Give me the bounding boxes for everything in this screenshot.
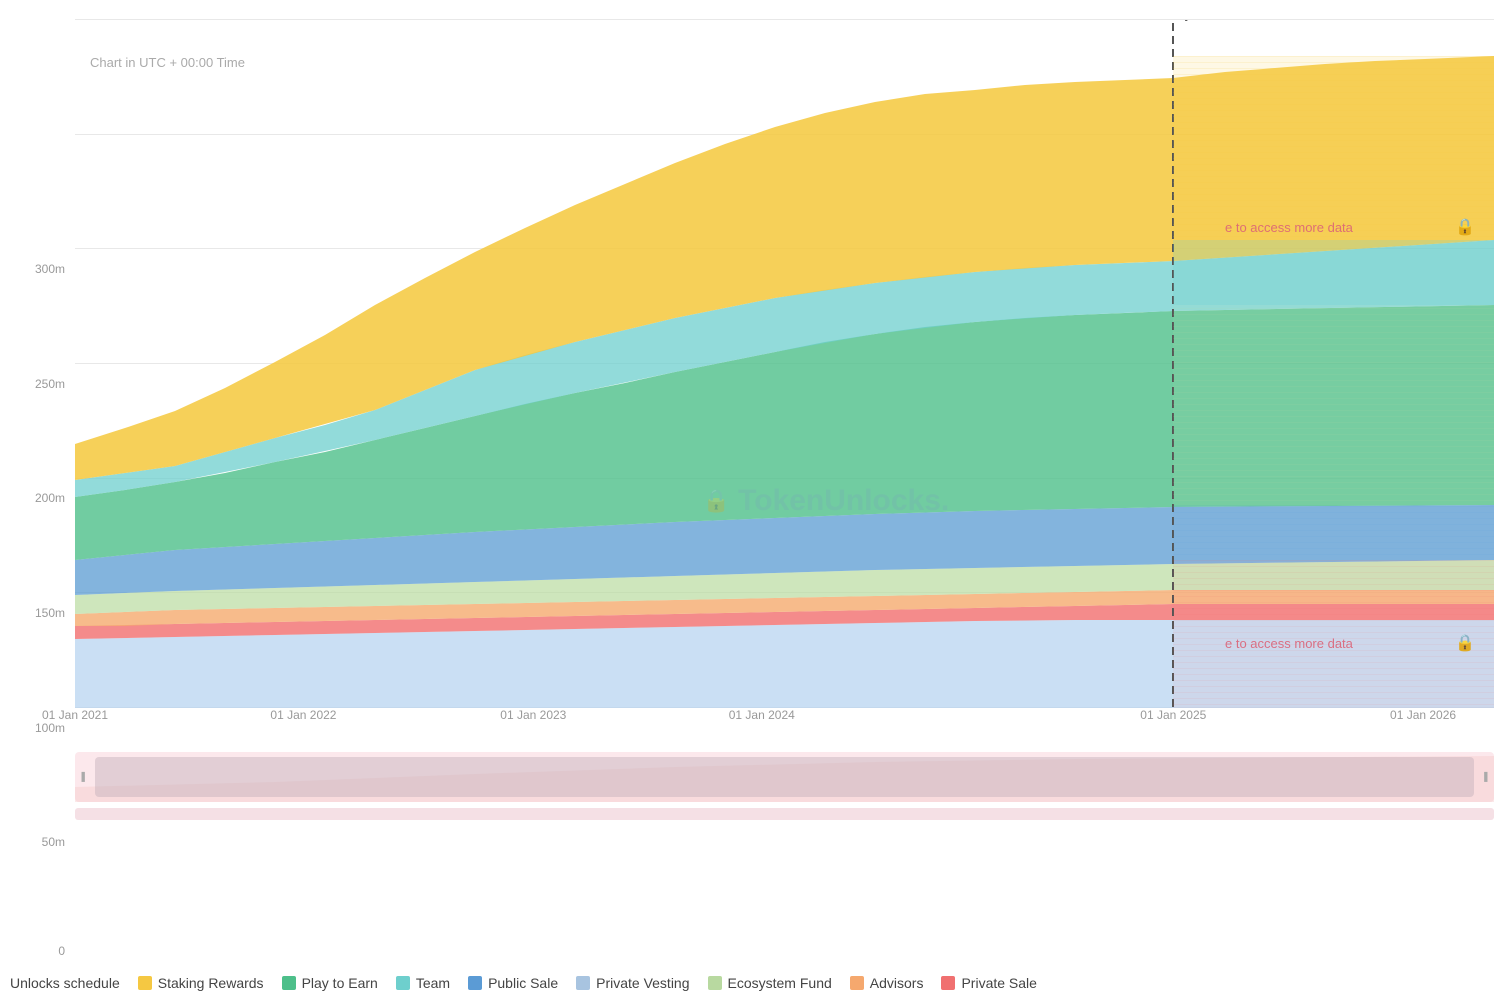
x-axis: 01 Jan 2021 01 Jan 2022 01 Jan 2023 01 J… (75, 708, 1494, 733)
y-label-250m: 250m (35, 377, 65, 391)
legend-label-advisors: Advisors (870, 975, 924, 991)
lock-arrow-1: 🔒 (1455, 218, 1475, 236)
legend-item-public: Public Sale (468, 975, 558, 991)
legend-item-advisors: Advisors (850, 975, 924, 991)
legend-item-staking: Staking Rewards (138, 975, 264, 991)
lock-msg-1: e to access more data (1225, 220, 1354, 235)
scrollbar-container[interactable]: ❚ ❚ (75, 752, 1494, 807)
legend-item-private-sale: Private Sale (941, 975, 1036, 991)
legend-dot-ecosystem (708, 976, 722, 990)
legend-title: Unlocks schedule (10, 975, 120, 991)
legend-label-private-vesting: Private Vesting (596, 975, 689, 991)
legend-dot-private-sale (941, 976, 955, 990)
legend-dot-private-vesting (576, 976, 590, 990)
legend-label-public: Public Sale (488, 975, 558, 991)
y-label-100m: 100m (35, 721, 65, 735)
legend-dot-advisors (850, 976, 864, 990)
scrollbar-left-button[interactable]: ❚ (79, 772, 87, 783)
y-label-150m: 150m (35, 606, 65, 620)
y-axis: 300m 250m 200m 150m 100m 50m 0 (0, 0, 70, 971)
legend-area: Unlocks schedule Staking Rewards Play to… (0, 975, 1504, 991)
y-label-200m: 200m (35, 491, 65, 505)
chart-container: 300m 250m 200m 150m 100m 50m 0 Chart in … (0, 0, 1504, 1001)
watermark-text: TokenUnlocks. (738, 484, 949, 518)
watermark: 🔒 TokenUnlocks. (703, 484, 950, 518)
lock-arrow-2: 🔒 (1455, 634, 1475, 652)
legend-label-staking: Staking Rewards (158, 975, 264, 991)
legend-label-play: Play to Earn (302, 975, 378, 991)
x-label-2026: 01 Jan 2026 (1390, 708, 1456, 722)
x-label-2021: 01 Jan 2021 (42, 708, 108, 722)
legend-label-private-sale: Private Sale (961, 975, 1036, 991)
chart-svg: Today (75, 20, 1494, 708)
x-label-2022: 01 Jan 2022 (270, 708, 336, 722)
scrollbar-mini[interactable] (75, 808, 1494, 820)
scrollbar-right-button[interactable]: ❚ (1482, 772, 1490, 783)
legend-dot-team (396, 976, 410, 990)
legend-item-ecosystem: Ecosystem Fund (708, 975, 832, 991)
legend-item-team: Team (396, 975, 450, 991)
lock-msg-2: e to access more data (1225, 636, 1354, 651)
x-label-2025: 01 Jan 2025 (1140, 708, 1206, 722)
x-label-2024: 01 Jan 2024 (729, 708, 795, 722)
legend-label-ecosystem: Ecosystem Fund (728, 975, 832, 991)
y-label-0: 0 (58, 944, 65, 958)
legend-label-team: Team (416, 975, 450, 991)
y-label-50m: 50m (42, 835, 65, 849)
scrollbar-thumb[interactable] (95, 757, 1474, 797)
legend-dot-public (468, 976, 482, 990)
legend-dot-staking (138, 976, 152, 990)
x-label-2023: 01 Jan 2023 (500, 708, 566, 722)
legend-dot-play (282, 976, 296, 990)
legend-item-play: Play to Earn (282, 975, 378, 991)
today-text: Today (1154, 20, 1191, 21)
watermark-icon: 🔒 (703, 488, 730, 514)
scrollbar-track[interactable]: ❚ ❚ (75, 752, 1494, 802)
y-label-300m: 300m (35, 262, 65, 276)
legend-item-private-vesting: Private Vesting (576, 975, 689, 991)
